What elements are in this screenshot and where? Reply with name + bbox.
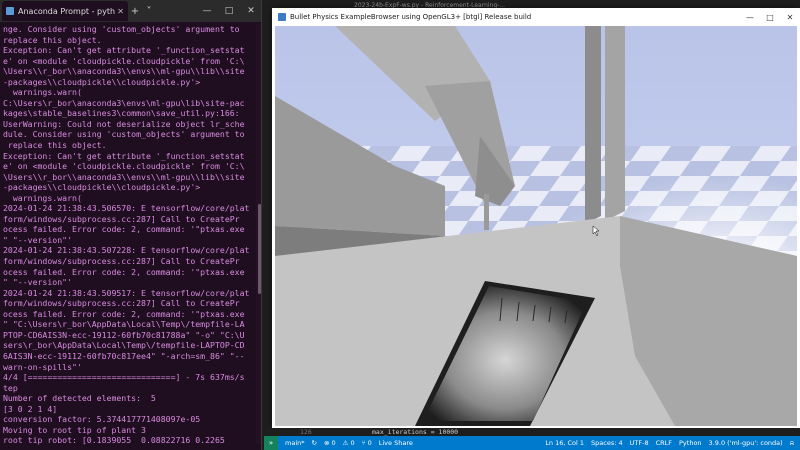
terminal-line: e' on <module 'cloudpickle.cloudpickle' … [3,55,245,66]
simulator-title: Bullet Physics ExampleBrowser using Open… [290,13,532,21]
terminal-line: " "--version"' [3,277,73,288]
terminal-line: ocess failed. Error code: 2, command: '"… [3,308,245,319]
terminal-line: warn-on-spills"' [3,361,82,372]
terminal-line: " "C:\Users\r_bor\AppData\Local\Temp\/te… [3,319,245,330]
line-endings[interactable]: CRLF [656,439,672,447]
terminal-line: form/windows/subprocess.cc:287] Call to … [3,256,240,267]
ports-count[interactable]: ⑂ 0 [362,439,372,447]
terminal-tab[interactable]: Anaconda Prompt - python r ✕ [2,1,128,21]
terminal-output[interactable]: nge. Consider using 'custom_objects' arg… [0,24,256,448]
simulator-app-icon [278,13,286,21]
terminal-line: replace this object. [3,34,102,45]
terminal-line: 2024-01-24 21:38:43.507228: E tensorflow… [3,245,250,256]
terminal-line: form/windows/subprocess.cc:287] Call to … [3,213,240,224]
notifications-icon[interactable]: ⍾ [790,439,794,448]
terminal-line: nge. Consider using 'custom_objects' arg… [3,24,240,34]
terminal-line: 4/4 [==============================] - 7… [3,372,245,383]
terminal-line: PTOP-CD6AIS3N-ecc-19112-60fb70c81788a" "… [3,329,245,340]
terminal-line: Exception: Can't get attribute '_functio… [3,45,245,56]
simulator-titlebar: Bullet Physics ExampleBrowser using Open… [272,8,800,26]
sync-icon[interactable]: ↻ [312,439,317,447]
cursor-position[interactable]: Ln 16, Col 1 [545,439,584,447]
terminal-scrollbar[interactable] [256,24,261,444]
terminal-close-button[interactable]: ✕ [240,6,261,16]
pipette-tip [484,194,489,230]
new-tab-button[interactable]: + [128,6,142,17]
vscode-window: 2023-24b-ExpF-ws.py - Reinforcement-Lear… [264,0,800,450]
terminal-window: Anaconda Prompt - python r ✕ + ˅ — □ ✕ n… [0,0,262,450]
terminal-line: UserWarning: Could not deserialize objec… [3,118,245,129]
terminal-line: Moving to root tip of plant 3 [3,424,146,435]
warnings-count[interactable]: ⚠ 0 [343,439,355,447]
terminal-line: " "--version"' [3,234,73,245]
gantry-pillar-right [605,26,625,221]
terminal-line: root tip robot: [0.1839055 0.08822716 0.… [3,435,225,446]
remote-icon[interactable]: » [264,436,278,450]
terminal-line: conversion factor: 5.374417771408097e-05 [3,414,201,425]
terminal-line: \Users\\r_bor\\anaconda3\\envs\\ml-gpu\\… [3,171,245,182]
terminal-app-icon [6,7,14,15]
terminal-line: ocess failed. Error code: 2, command: '"… [3,266,245,277]
vscode-statusbar: » main* ↻ ⊗ 0 ⚠ 0 ⑂ 0 Live Share Ln 16, … [264,436,800,450]
terminal-line: \Users\\r_bor\\anaconda3\\envs\\ml-gpu\\… [3,66,245,77]
terminal-line: warnings.warn( [3,192,82,203]
terminal-line: dule. Consider using 'custom_objects' ar… [3,129,245,140]
simulator-window: Bullet Physics ExampleBrowser using Open… [272,8,800,428]
terminal-line: sers\r_bor\AppData\Local\Temp\/tempfile-… [3,340,245,351]
errors-count[interactable]: ⊗ 0 [324,439,336,447]
terminal-line: 2024-01-24 21:38:43.506570: E tensorflow… [3,203,250,214]
python-interpreter[interactable]: 3.9.0 ('ml-gpu': conda) [709,439,783,447]
encoding[interactable]: UTF-8 [630,439,649,447]
terminal-line: replace this object. [3,140,107,151]
terminal-line: tep [3,382,18,393]
simulator-close-button[interactable]: ✕ [780,13,800,22]
live-share-button[interactable]: Live Share [379,439,413,447]
terminal-line: [3 0 2 1 4] [3,403,58,414]
tab-close-icon[interactable]: ✕ [117,7,124,16]
indentation[interactable]: Spaces: 4 [591,439,623,447]
terminal-line: -packages\\cloudpickle\\cloudpickle.py'> [3,182,201,193]
terminal-line: Exception: Can't get attribute '_functio… [3,150,245,161]
terminal-tabbar: Anaconda Prompt - python r ✕ + ˅ — □ ✕ [0,0,261,22]
code-line[interactable]: max_iterations = 10000 [372,428,458,436]
terminal-minimize-button[interactable]: — [196,6,218,16]
terminal-line: -packages\\cloudpickle\\cloudpickle.py'> [3,76,201,87]
line-number: 126 [300,428,312,436]
terminal-line: ocess failed. Error code: 2, command: '"… [3,224,245,235]
simulator-maximize-button[interactable]: □ [760,13,780,22]
editor-peek: 126 max_iterations = 10000 [264,428,800,436]
language-mode[interactable]: Python [679,439,702,447]
terminal-maximize-button[interactable]: □ [218,6,240,16]
terminal-line: Number of detected elements: 5 [3,393,156,404]
simulator-minimize-button[interactable]: — [740,13,760,22]
simulation-viewport[interactable] [275,26,797,426]
terminal-scrollbar-thumb[interactable] [258,204,261,294]
terminal-tab-title: Anaconda Prompt - python r [18,6,116,16]
terminal-line: e' on <module 'cloudpickle.cloudpickle' … [3,161,245,172]
gantry-pillar-inner [585,26,601,224]
terminal-line: 6AIS3N-ecc-19112-60fb70c817ee4" "-arch=s… [3,350,245,361]
terminal-line: 2024-01-24 21:38:43.509517: E tensorflow… [3,287,250,298]
terminal-line: warnings.warn( [3,87,82,98]
terminal-line: kages\stable_baselines3\common\save_util… [3,108,240,119]
simulation-scene [275,26,797,426]
tab-dropdown-button[interactable]: ˅ [142,6,156,17]
branch-indicator[interactable]: main* [285,439,305,447]
terminal-line: form/windows/subprocess.cc:287] Call to … [3,298,240,309]
terminal-line: C:\Users\r_bor\anaconda3\envs\ml-gpu\lib… [3,97,245,108]
